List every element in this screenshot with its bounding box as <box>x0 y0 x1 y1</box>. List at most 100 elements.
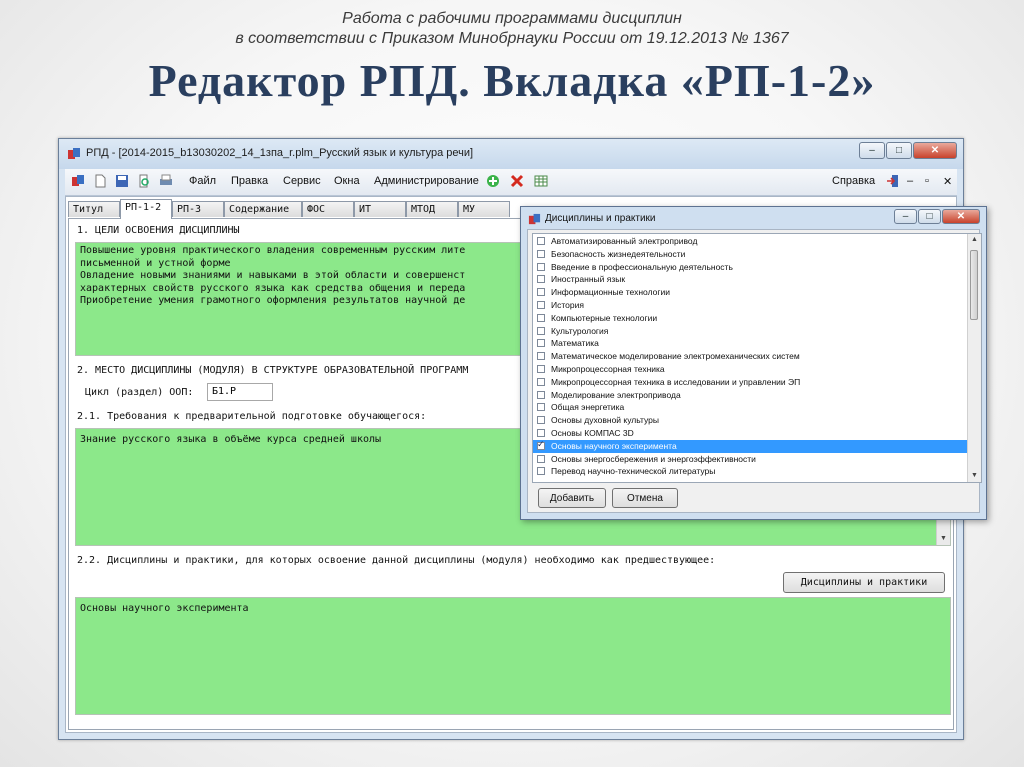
list-item-label: Математика <box>551 338 599 349</box>
checkbox[interactable] <box>537 275 545 284</box>
scroll-thumb[interactable] <box>970 250 978 320</box>
cancel-button[interactable]: Отмена <box>612 488 678 508</box>
disciplines-button[interactable]: Дисциплины и практики <box>783 572 945 593</box>
tab-rp-3[interactable]: РП-3 <box>172 201 224 217</box>
list-item-label: Общая энергетика <box>551 402 625 413</box>
tab-rp-1-2[interactable]: РП-1-2 <box>120 199 172 219</box>
menu-edit[interactable]: Правка <box>231 175 268 187</box>
list-item[interactable]: Информационные технологии <box>533 286 967 299</box>
list-item-label: Математическое моделирование электромеха… <box>551 351 800 362</box>
tab-fos[interactable]: ФОС <box>302 201 354 217</box>
list-item[interactable]: Математика <box>533 337 967 350</box>
app-icon <box>68 148 80 159</box>
checkbox[interactable] <box>537 403 545 412</box>
new-file-icon[interactable] <box>93 174 107 188</box>
list-item[interactable]: Основы духовной культуры <box>533 414 967 427</box>
checkbox[interactable] <box>537 237 545 245</box>
mdi-restore-button[interactable]: ▫ <box>925 175 929 187</box>
requirements-text: Знание русского языка в объёме курса сре… <box>80 434 382 445</box>
dialog-close-button[interactable]: ✕ <box>942 209 980 224</box>
list-item[interactable]: Культурология <box>533 325 967 338</box>
list-item[interactable]: Моделирование электропривода <box>533 389 967 402</box>
tab-mu[interactable]: МУ <box>458 201 510 217</box>
list-item[interactable]: История <box>533 299 967 312</box>
maximize-button[interactable]: □ <box>886 142 912 159</box>
save-icon[interactable] <box>115 174 129 188</box>
menu-service[interactable]: Сервис <box>283 175 321 187</box>
preview-icon[interactable] <box>137 174 151 188</box>
menu-help[interactable]: Справка <box>832 175 875 187</box>
cycle-label: Цикл (раздел) ООП: <box>85 387 194 398</box>
checkbox[interactable] <box>537 365 545 373</box>
menu-file[interactable]: Файл <box>189 175 216 187</box>
add-button[interactable]: Добавить <box>538 488 606 508</box>
list-item[interactable]: Иностранный язык <box>533 273 967 286</box>
list-item-label: Микропроцессорная техника <box>551 364 665 374</box>
list-item[interactable]: Математическое моделирование электромеха… <box>533 350 967 363</box>
checkbox[interactable] <box>537 377 545 386</box>
checkbox[interactable] <box>537 301 545 309</box>
list-item[interactable]: Основы КОМПАС 3D <box>533 427 967 440</box>
scroll-up-arrow[interactable]: ▲ <box>968 234 981 246</box>
checkbox[interactable] <box>537 326 545 335</box>
minimize-button[interactable]: – <box>859 142 885 159</box>
slide-subtitle-line1: Работа с рабочими программами дисциплин <box>342 10 682 27</box>
checkbox[interactable] <box>537 454 545 463</box>
checkbox[interactable] <box>537 288 545 297</box>
list-item[interactable]: Общая энергетика <box>533 401 967 414</box>
checkbox[interactable] <box>537 467 545 476</box>
prerequisites-field[interactable]: Основы научного эксперимента <box>75 597 951 715</box>
window-titlebar[interactable]: РПД - [2014-2015_b13030202_14_1зпа_r.plm… <box>59 139 963 169</box>
cycle-input[interactable]: Б1.Р <box>207 383 273 401</box>
slide-subtitle-line2: в соответствии с Приказом Минобрнауки Ро… <box>235 30 789 47</box>
scroll-down-arrow[interactable]: ▼ <box>968 470 981 482</box>
list-item[interactable]: Перевод научно-технической литературы <box>533 465 967 478</box>
exit-icon[interactable] <box>886 174 900 188</box>
list-item[interactable]: Автоматизированный электропривод <box>533 235 967 248</box>
checkbox[interactable] <box>537 249 545 258</box>
list-item[interactable]: Безопасность жизнедеятельности <box>533 248 967 261</box>
menu-administration[interactable]: Администрирование <box>374 175 479 187</box>
list-item[interactable]: ✓ Основы научного эксперимента <box>533 439 967 453</box>
tab-it[interactable]: ИТ <box>354 201 406 217</box>
checkbox[interactable]: ✓ <box>537 439 545 450</box>
tab-mtod[interactable]: МТОД <box>406 201 458 217</box>
list-item-label: История <box>551 300 584 310</box>
tab-title[interactable]: Титул <box>68 201 120 217</box>
app-menu-icon[interactable] <box>71 174 85 188</box>
checkbox[interactable] <box>537 352 545 361</box>
disciplines-dialog: Дисциплины и практики – □ ✕ ▲ ▼ Автомати… <box>520 206 987 520</box>
checkbox[interactable] <box>537 390 545 399</box>
list-item-label: Основы энергосбережения и энергоэффектив… <box>551 453 756 464</box>
list-item[interactable]: Микропроцессорная техника <box>533 363 967 376</box>
list-item[interactable]: Введение в профессиональную деятельность <box>533 261 967 274</box>
checkbox[interactable] <box>537 262 545 271</box>
list-item[interactable]: Основы энергосбережения и энергоэффектив… <box>533 453 967 466</box>
add-icon[interactable] <box>486 174 500 188</box>
dialog-maximize-button[interactable]: □ <box>918 209 941 224</box>
menu-windows[interactable]: Окна <box>334 175 360 187</box>
scroll-down-arrow[interactable]: ▼ <box>937 533 950 545</box>
table-icon[interactable] <box>534 174 548 188</box>
list-scrollbar[interactable]: ▲ ▼ <box>967 234 981 482</box>
close-button[interactable]: ✕ <box>913 142 957 159</box>
list-item[interactable]: Компьютерные технологии <box>533 312 967 325</box>
disciplines-list[interactable]: ▲ ▼ Автоматизированный электропривод Безо… <box>532 233 982 483</box>
list-item-label: Введение в профессиональную деятельность <box>551 261 733 272</box>
list-item-label: Компьютерные технологии <box>551 312 658 323</box>
checkbox[interactable] <box>537 416 545 425</box>
tab-content[interactable]: Содержание <box>224 201 302 217</box>
list-item-label: Основы научного эксперимента <box>551 440 677 451</box>
checkbox[interactable] <box>537 313 545 322</box>
dialog-minimize-button[interactable]: – <box>894 209 917 224</box>
list-item-label: Безопасность жизнедеятельности <box>551 248 686 259</box>
list-item-label: Основы КОМПАС 3D <box>551 428 634 438</box>
mdi-minimize-button[interactable]: – <box>907 175 913 187</box>
print-icon[interactable] <box>159 174 173 188</box>
mdi-close-button[interactable]: ✕ <box>943 175 952 188</box>
checkbox[interactable] <box>537 339 545 348</box>
delete-icon[interactable] <box>510 174 524 188</box>
list-item[interactable]: Микропроцессорная техника в исследовании… <box>533 376 967 389</box>
checkbox[interactable] <box>537 429 545 437</box>
list-item-label: Культурология <box>551 325 609 336</box>
